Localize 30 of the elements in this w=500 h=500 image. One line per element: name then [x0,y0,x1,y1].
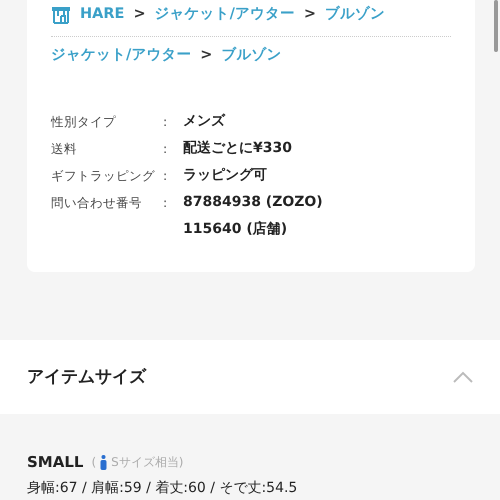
breadcrumb-link[interactable]: HARE [80,4,124,26]
detail-label: ギフトラッピング [51,166,156,184]
detail-colon: : [163,194,168,212]
breadcrumb-link[interactable]: ジャケット/アウター [154,4,295,26]
section-title: アイテムサイズ [27,366,146,388]
breadcrumb-separator: > [133,5,146,24]
detail-value: 115640 (店舗) [183,220,288,238]
detail-colon: : [163,166,168,184]
person-icon [100,454,108,470]
detail-label: 性別タイプ [51,112,117,130]
detail-value: ラッピング可 [183,166,268,184]
detail-value: 87884938 (ZOZO) [183,192,324,212]
breadcrumb-separator: > [200,46,212,65]
breadcrumb-link[interactable]: ブルゾン [325,4,386,26]
breadcrumb-link[interactable]: ブルゾン [221,44,282,66]
breadcrumb-link[interactable]: ジャケット/アウター [51,44,192,66]
scrollbar[interactable] [494,0,498,52]
detail-colon: : [163,140,168,158]
size-equivalent: Sサイズ相当) [111,454,184,472]
size-measurements: 身幅:67 / 肩幅:59 / 着丈:60 / そで丈:54.5 [27,478,298,498]
detail-value: 配送ごとに¥330 [183,138,293,158]
size-name: SMALL [27,452,84,473]
store-icon [51,6,71,24]
breadcrumb-separator: > [304,5,316,24]
detail-label: 問い合わせ番号 [51,194,143,212]
detail-label: 送料 [51,140,78,158]
detail-value: メンズ [183,112,226,130]
size-paren: ( [91,454,96,472]
chevron-up-icon[interactable] [453,371,473,383]
detail-colon: : [163,112,168,130]
